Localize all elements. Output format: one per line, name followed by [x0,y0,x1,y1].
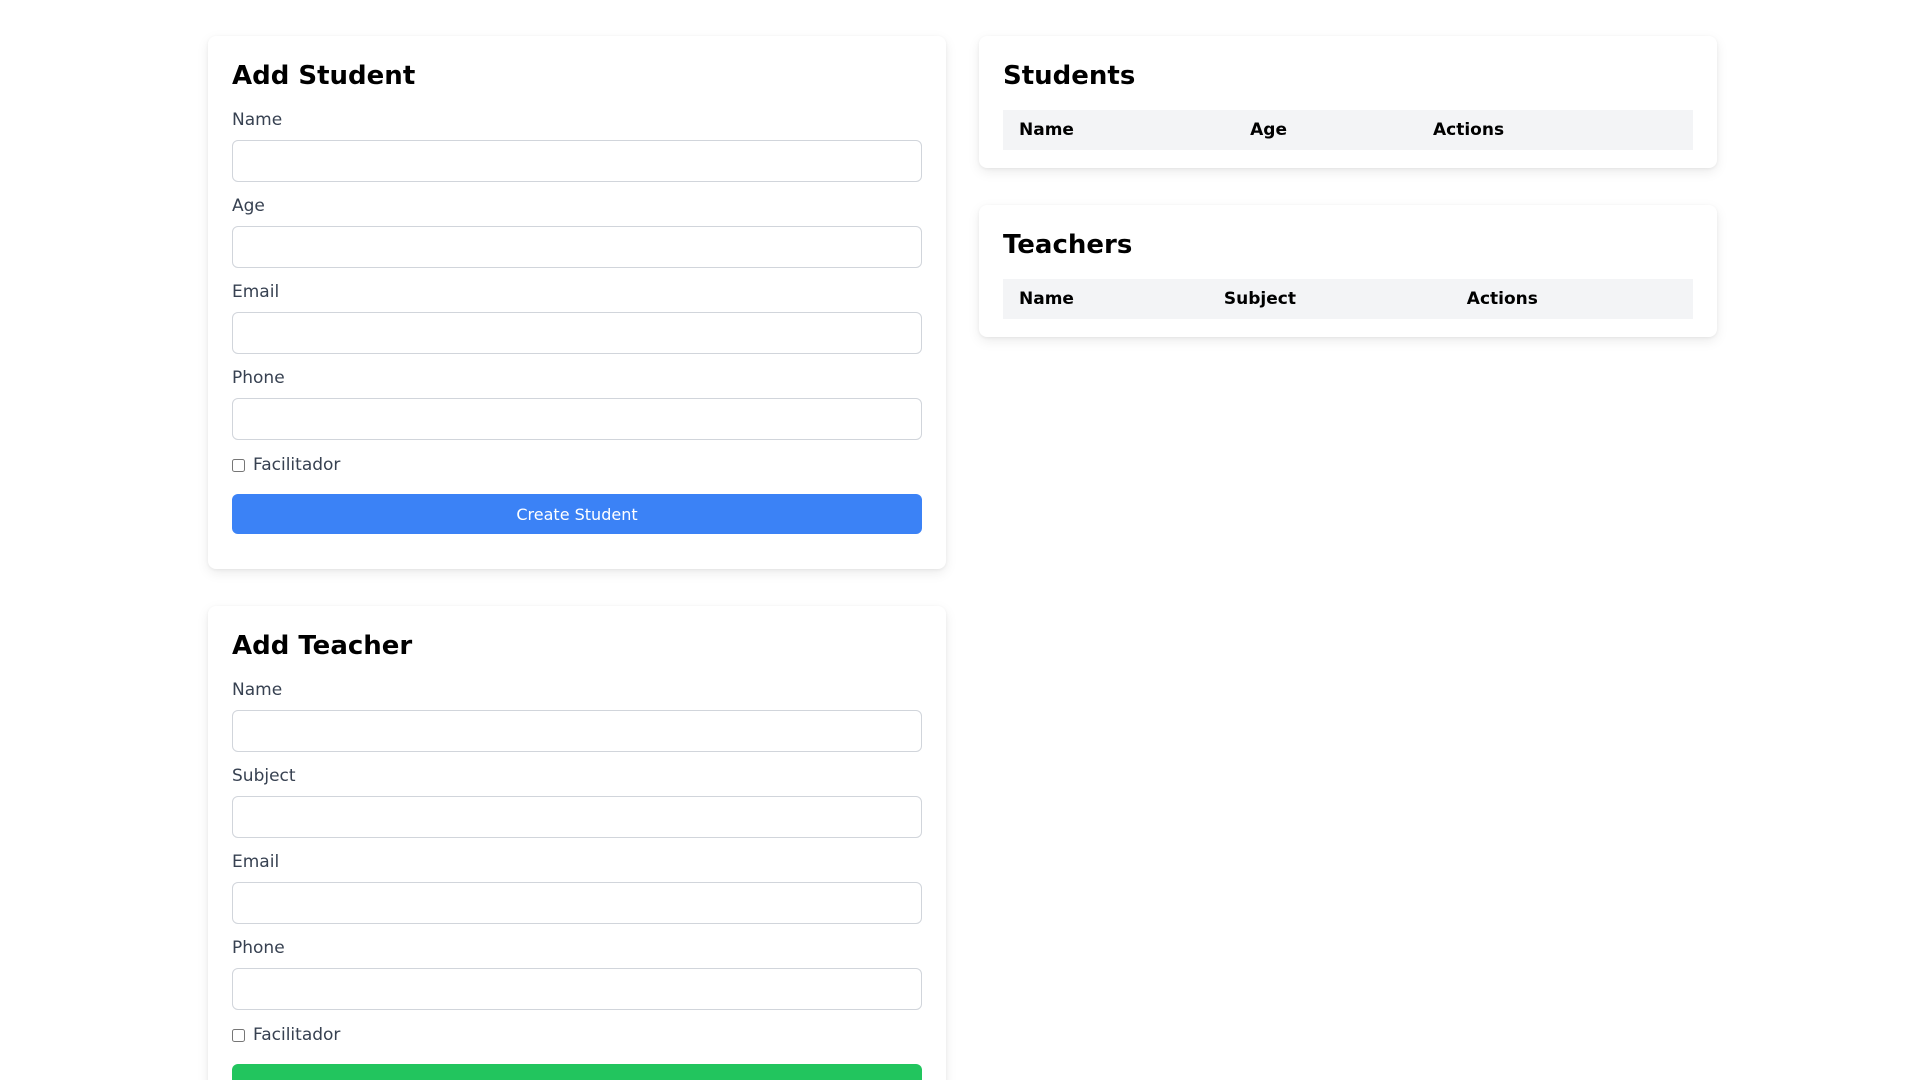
student-facilitador-row: Facilitador [232,454,922,476]
teachers-table: Name Subject Actions [1003,279,1693,319]
teachers-table-header-row: Name Subject Actions [1003,279,1693,319]
teacher-email-field: Email [232,852,922,924]
students-col-actions: Actions [1432,120,1505,140]
teacher-subject-field: Subject [232,766,922,838]
student-name-field: Name [232,110,922,182]
create-student-button[interactable]: Create Student [232,494,922,534]
students-col-age: Age [1250,120,1287,140]
student-email-label: Email [232,282,280,302]
teachers-card: Teachers Name Subject Actions [979,205,1717,337]
student-phone-input[interactable] [232,398,922,440]
teacher-subject-input[interactable] [232,796,922,838]
teachers-title: Teachers [1003,230,1133,260]
student-name-input[interactable] [232,140,922,182]
teacher-facilitador-checkbox[interactable] [232,1028,245,1042]
students-col-name: Name [1019,120,1074,140]
page: Add Student Name Age Email Phone Facilit… [0,0,1920,1080]
teachers-col-actions: Actions [1466,289,1538,309]
teachers-col-name: Name [1019,289,1074,309]
students-table-header-row: Name Age Actions [1003,110,1693,150]
student-age-input[interactable] [232,226,922,268]
teacher-facilitador-row: Facilitador [232,1024,922,1046]
teacher-phone-field: Phone [232,938,922,1010]
add-teacher-card: Add Teacher Name Subject Email Phone Fac… [208,606,946,1080]
add-student-title: Add Student [232,61,416,91]
teacher-name-label: Name [232,680,283,700]
student-facilitador-label: Facilitador [253,455,341,475]
students-table: Name Age Actions [1003,110,1693,150]
teacher-name-input[interactable] [232,710,922,752]
student-phone-field: Phone [232,368,922,440]
student-name-label: Name [232,110,283,130]
add-teacher-title: Add Teacher [232,631,413,661]
teacher-name-field: Name [232,680,922,752]
teachers-col-subject: Subject [1223,289,1296,309]
teacher-facilitador-label: Facilitador [253,1025,341,1045]
students-card: Students Name Age Actions [979,36,1717,168]
add-student-card: Add Student Name Age Email Phone Facilit… [208,36,946,569]
teacher-phone-label: Phone [232,938,285,958]
student-email-input[interactable] [232,312,922,354]
teacher-subject-label: Subject [232,766,296,786]
create-teacher-button[interactable] [232,1064,922,1080]
student-age-label: Age [232,196,265,216]
students-title: Students [1003,61,1136,91]
student-facilitador-checkbox[interactable] [232,458,245,472]
teacher-email-label: Email [232,852,280,872]
student-phone-label: Phone [232,368,285,388]
student-email-field: Email [232,282,922,354]
teacher-email-input[interactable] [232,882,922,924]
student-age-field: Age [232,196,922,268]
teacher-phone-input[interactable] [232,968,922,1010]
